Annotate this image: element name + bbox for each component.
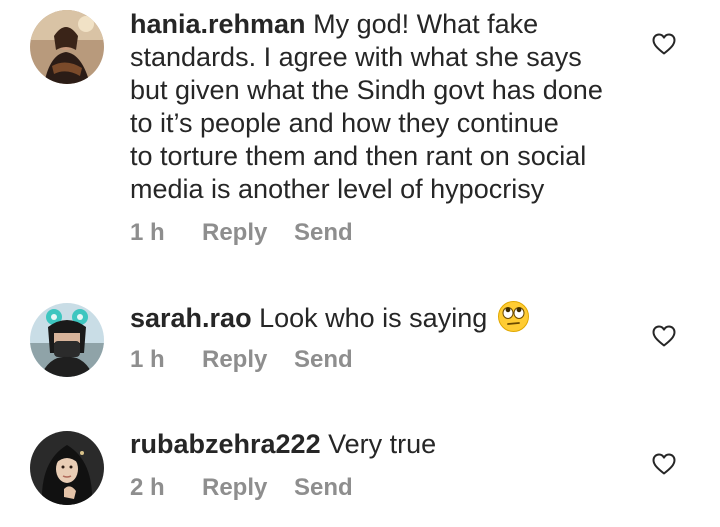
comment-rubabzehra222: rubabzehra222 Very true 2 h Reply Send xyxy=(0,418,720,527)
avatar[interactable] xyxy=(30,10,104,84)
comment-meta: 2 h Reply Send xyxy=(130,473,353,503)
reply-button[interactable]: Reply xyxy=(202,345,294,375)
avatar[interactable] xyxy=(30,303,104,377)
reply-button[interactable]: Reply xyxy=(202,218,294,248)
comment-text: sarah.rao Look who is saying xyxy=(130,300,630,335)
comment-line: Very true xyxy=(328,429,437,459)
face-with-rolling-eyes-icon xyxy=(497,301,529,332)
avatar-image xyxy=(30,10,104,84)
heart-outline-icon[interactable] xyxy=(652,325,676,347)
username[interactable]: rubabzehra222 xyxy=(130,429,321,459)
send-button[interactable]: Send xyxy=(294,473,353,503)
comment-line: to torture them and then rant on social xyxy=(130,141,587,171)
timestamp: 2 h xyxy=(130,474,165,501)
comment-sarah-rao: sarah.rao Look who is saying 1 h Reply Sen… xyxy=(0,290,720,400)
comment-hania-rehman: hania.rehman My god! What fake standards… xyxy=(0,0,720,260)
comment-line: Look who is saying xyxy=(259,303,488,333)
comment-text: rubabzehra222 Very true xyxy=(130,428,630,461)
avatar[interactable] xyxy=(30,431,104,505)
avatar-image xyxy=(30,303,104,377)
comment-line: media is another level of hypocrisy xyxy=(130,174,545,204)
comment-line: standards. I agree with what she says xyxy=(130,42,582,72)
username[interactable]: hania.rehman xyxy=(130,9,306,39)
avatar-image xyxy=(30,431,104,505)
heart-outline-icon[interactable] xyxy=(652,33,676,55)
timestamp: 1 h xyxy=(130,346,165,373)
reply-button[interactable]: Reply xyxy=(202,473,294,503)
comment-line: My god! What fake xyxy=(313,9,539,39)
timestamp: 1 h xyxy=(130,219,165,246)
username[interactable]: sarah.rao xyxy=(130,303,252,333)
comment-meta: 1 h Reply Send xyxy=(130,218,353,248)
comment-text: hania.rehman My god! What fake standards… xyxy=(130,8,630,206)
send-button[interactable]: Send xyxy=(294,345,353,375)
send-button[interactable]: Send xyxy=(294,218,353,248)
comment-meta: 1 h Reply Send xyxy=(130,345,353,375)
comment-line: but given what the Sindh govt has done xyxy=(130,75,603,105)
heart-outline-icon[interactable] xyxy=(652,453,676,475)
comment-line: to it’s people and how they continue xyxy=(130,108,559,138)
